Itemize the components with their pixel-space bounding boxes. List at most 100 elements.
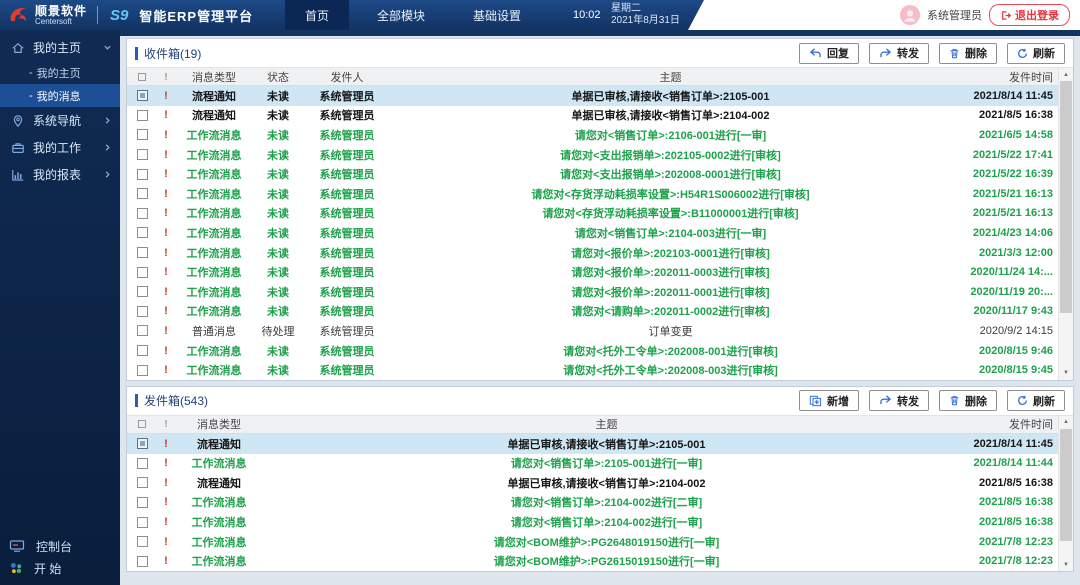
row-checkbox[interactable] [137, 306, 148, 317]
message-sender: 系统管理员 [303, 245, 391, 261]
table-row[interactable]: !工作流消息未读系统管理员请您对<销售订单>:2106-001进行[一审]202… [127, 125, 1058, 145]
checkbox-cell [127, 365, 157, 376]
nav-my-messages[interactable]: -我的消息 [0, 84, 120, 107]
row-checkbox[interactable] [137, 227, 148, 238]
message-status: 未读 [253, 147, 303, 163]
nav-my-home[interactable]: 我的主页 [0, 34, 120, 61]
outbox-scrollbar[interactable]: ▲ ▼ [1058, 416, 1073, 571]
new-button[interactable]: 新增 [799, 390, 859, 411]
message-status: 未读 [253, 362, 303, 378]
nav-my-home-sub[interactable]: -我的主页 [0, 61, 120, 84]
row-checkbox[interactable] [137, 497, 148, 508]
message-type: 工作流消息 [175, 455, 263, 471]
table-row[interactable]: !工作流消息请您对<BOM维护>:PG2648019150进行[一审]2021/… [127, 532, 1058, 552]
row-checkbox[interactable] [137, 517, 148, 528]
table-row[interactable]: !工作流消息请您对<销售订单>:2105-001进行[一审]2021/8/14 … [127, 454, 1058, 474]
message-type: 工作流消息 [175, 534, 263, 550]
row-checkbox[interactable] [137, 325, 148, 336]
message-type: 流程通知 [175, 475, 263, 491]
row-checkbox[interactable] [137, 536, 148, 547]
exclamation-icon: ! [164, 266, 168, 278]
brand-name: 顺景软件 [35, 5, 87, 17]
forward-button[interactable]: 转发 [869, 390, 929, 411]
row-checkbox[interactable] [137, 438, 148, 449]
tab-basic-settings[interactable]: 基础设置 [453, 0, 541, 30]
message-time: 2021/5/21 16:13 [950, 188, 1058, 200]
row-checkbox[interactable] [137, 208, 148, 219]
user-avatar[interactable] [900, 5, 920, 25]
scroll-thumb[interactable] [1060, 429, 1072, 541]
scroll-down-arrow[interactable]: ▼ [1059, 367, 1073, 380]
message-type: 工作流消息 [175, 514, 263, 530]
outbox-table: !消息类型主题发件时间 !流程通知单据已审核,请接收<销售订单>:2105-00… [127, 415, 1073, 571]
outbox-header: 发件箱(543) 新增转发删除刷新 [127, 387, 1073, 415]
table-row[interactable]: !工作流消息请您对<BOM维护>:PG2615019150进行[一审]2021/… [127, 551, 1058, 571]
message-type: 工作流消息 [175, 303, 253, 319]
tab-all-modules[interactable]: 全部模块 [357, 0, 445, 30]
refresh-button[interactable]: 刷新 [1007, 43, 1065, 64]
table-row[interactable]: !工作流消息未读系统管理员请您对<报价单>:202011-0001进行[审核]2… [127, 282, 1058, 302]
row-checkbox[interactable] [137, 188, 148, 199]
console-item[interactable]: 控制台 [0, 535, 120, 557]
scroll-down-arrow[interactable]: ▼ [1059, 558, 1073, 571]
message-subject: 单据已审核,请接收<销售订单>:2104-002 [391, 107, 950, 123]
row-checkbox[interactable] [137, 90, 148, 101]
table-row[interactable]: !工作流消息未读系统管理员请您对<支出报销单>:202105-0002进行[审核… [127, 145, 1058, 165]
row-checkbox[interactable] [137, 110, 148, 121]
add-icon [809, 395, 822, 407]
table-row[interactable]: !工作流消息未读系统管理员请您对<托外工令单>:202008-001进行[审核]… [127, 341, 1058, 361]
row-checkbox[interactable] [137, 286, 148, 297]
title-bar-accent [135, 394, 138, 407]
table-row[interactable]: !工作流消息未读系统管理员请您对<请购单>:202011-0002进行[审核]2… [127, 302, 1058, 322]
table-row[interactable]: !工作流消息未读系统管理员请您对<报价单>:202103-0001进行[审核]2… [127, 243, 1058, 263]
inbox-scrollbar[interactable]: ▲ ▼ [1058, 68, 1073, 380]
inbox-toolbar: 回复转发删除刷新 [799, 43, 1065, 64]
row-checkbox[interactable] [137, 149, 148, 160]
table-row[interactable]: !工作流消息未读系统管理员请您对<存货浮动耗损率设置>:H54R1S006002… [127, 184, 1058, 204]
message-subject: 请您对<BOM维护>:PG2648019150进行[一审] [263, 534, 950, 550]
row-checkbox[interactable] [137, 345, 148, 356]
table-row[interactable]: !流程通知未读系统管理员单据已审核,请接收<销售订单>:2105-0012021… [127, 86, 1058, 106]
table-row[interactable]: !工作流消息未读系统管理员请您对<报价单>:202011-0003进行[审核]2… [127, 262, 1058, 282]
refresh-button[interactable]: 刷新 [1007, 390, 1065, 411]
forward-button[interactable]: 转发 [869, 43, 929, 64]
row-checkbox[interactable] [137, 169, 148, 180]
table-row[interactable]: !流程通知未读系统管理员单据已审核,请接收<销售订单>:2104-0022021… [127, 106, 1058, 126]
row-checkbox[interactable] [137, 477, 148, 488]
row-checkbox[interactable] [137, 458, 148, 469]
checkbox-cell [127, 345, 157, 356]
table-row[interactable]: !普通消息待处理系统管理员订单变更2020/9/2 14:15 [127, 321, 1058, 341]
scroll-up-arrow[interactable]: ▲ [1059, 68, 1073, 81]
table-row[interactable]: !流程通知单据已审核,请接收<销售订单>:2105-0012021/8/14 1… [127, 434, 1058, 454]
table-row[interactable]: !工作流消息请您对<销售订单>:2104-002进行[二审]2021/8/5 1… [127, 493, 1058, 513]
nav-system[interactable]: 系统导航 [0, 107, 120, 134]
priority-flag-icon: ! [157, 286, 175, 298]
table-row[interactable]: !工作流消息未读系统管理员请您对<支出报销单>:202008-0001进行[审核… [127, 164, 1058, 184]
table-row[interactable]: !流程通知单据已审核,请接收<销售订单>:2104-0022021/8/5 16… [127, 473, 1058, 493]
delete-button[interactable]: 删除 [939, 43, 997, 64]
row-checkbox[interactable] [137, 247, 148, 258]
exclamation-icon: ! [164, 207, 168, 219]
reply-button[interactable]: 回复 [799, 43, 859, 64]
row-checkbox[interactable] [137, 365, 148, 376]
nav-my-work[interactable]: 我的工作 [0, 134, 120, 161]
delete-button[interactable]: 删除 [939, 390, 997, 411]
table-row[interactable]: !工作流消息未读系统管理员请您对<托外工令单>:202008-003进行[审核]… [127, 360, 1058, 380]
message-type: 工作流消息 [175, 225, 253, 241]
app-logo: 顺景软件 Centersoft S9 智能ERP管理平台 [0, 5, 253, 26]
logout-label: 退出登录 [1015, 7, 1059, 23]
scroll-thumb[interactable] [1060, 81, 1072, 313]
scroll-up-arrow[interactable]: ▲ [1059, 416, 1073, 429]
start-item[interactable]: 开 始 [0, 557, 120, 579]
table-row[interactable]: !工作流消息未读系统管理员请您对<存货浮动耗损率设置>:B11000001进行[… [127, 204, 1058, 224]
row-checkbox[interactable] [137, 129, 148, 140]
inbox-header: 收件箱(19) 回复转发删除刷新 [127, 39, 1073, 67]
row-checkbox[interactable] [137, 267, 148, 278]
nav-my-reports[interactable]: 我的报表 [0, 161, 120, 188]
logout-button[interactable]: 退出登录 [989, 4, 1070, 26]
table-row[interactable]: !工作流消息未读系统管理员请您对<销售订单>:2104-003进行[一审]202… [127, 223, 1058, 243]
table-row[interactable]: !工作流消息请您对<销售订单>:2104-002进行[一审]2021/8/5 1… [127, 512, 1058, 532]
exclamation-icon: ! [164, 286, 168, 298]
row-checkbox[interactable] [137, 556, 148, 567]
tab-home[interactable]: 首页 [285, 0, 349, 30]
